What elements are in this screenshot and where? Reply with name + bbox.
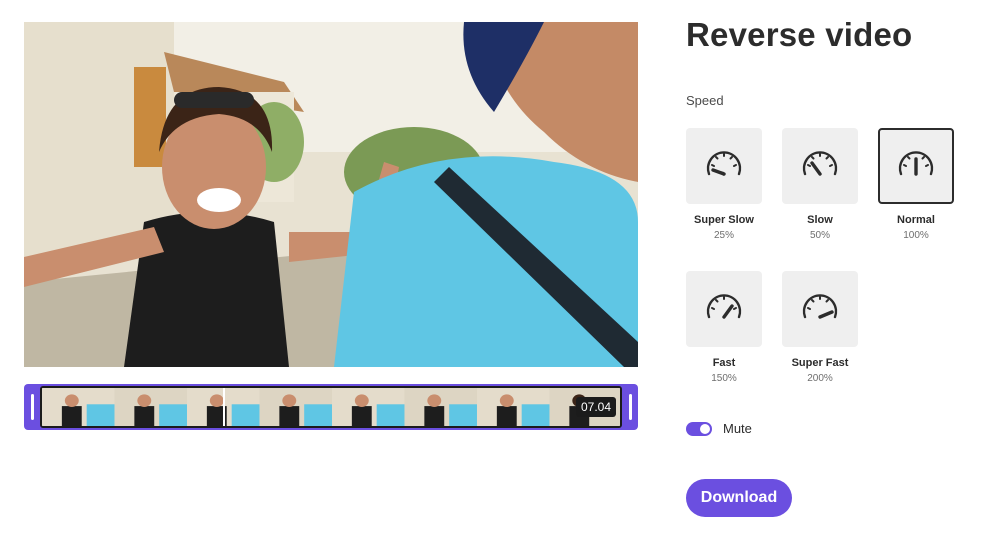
speed-option-percent: 25% (713, 230, 734, 241)
speedometer-super-fast-icon (802, 294, 838, 319)
thumbnail-strip-image (42, 388, 620, 426)
speed-tile-selected[interactable] (878, 128, 954, 204)
speed-tile[interactable] (782, 128, 858, 204)
speed-option-fast[interactable]: Fast 150% (684, 271, 764, 384)
speed-option-super-fast[interactable]: Super Fast 200% (780, 271, 860, 384)
speedometer-super-slow-icon (706, 151, 742, 176)
speed-tile[interactable] (686, 271, 762, 347)
speed-option-name: Fast (712, 357, 736, 369)
speed-option-name: Super Fast (791, 357, 849, 369)
video-frame-image (24, 22, 638, 367)
frame-strip[interactable]: 07.04 (40, 386, 622, 428)
mute-toggle-row[interactable]: Mute (686, 421, 752, 436)
speed-tile[interactable] (782, 271, 858, 347)
trim-handle-left[interactable] (24, 384, 40, 430)
playhead[interactable] (223, 388, 225, 426)
speed-option-normal[interactable]: Normal 100% (876, 128, 956, 241)
speed-option-percent: 50% (809, 230, 830, 241)
speed-option-percent: 200% (807, 373, 833, 384)
speed-option-name: Slow (807, 214, 833, 226)
download-button[interactable]: Download (686, 479, 792, 517)
speedometer-fast-icon (706, 294, 742, 319)
speed-option-name: Normal (897, 214, 935, 226)
speed-option-name: Super Slow (694, 214, 754, 226)
page-title: Reverse video (686, 16, 913, 53)
speed-option-percent: 150% (711, 373, 737, 384)
speed-option-super-slow[interactable]: Super Slow 25% (684, 128, 764, 241)
speed-tile[interactable] (686, 128, 762, 204)
speedometer-slow-icon (802, 151, 838, 176)
speedometer-normal-icon (898, 151, 934, 176)
mute-toggle[interactable] (686, 421, 712, 436)
mute-label: Mute (723, 421, 752, 436)
speed-option-percent: 100% (903, 230, 929, 241)
timeline-trimmer[interactable]: 07.04 (24, 384, 638, 430)
trim-handle-right[interactable] (622, 384, 638, 430)
speed-label: Speed (686, 93, 724, 108)
speed-option-slow[interactable]: Slow 50% (780, 128, 860, 241)
video-preview (24, 22, 638, 367)
timecode-badge: 07.04 (575, 397, 616, 417)
